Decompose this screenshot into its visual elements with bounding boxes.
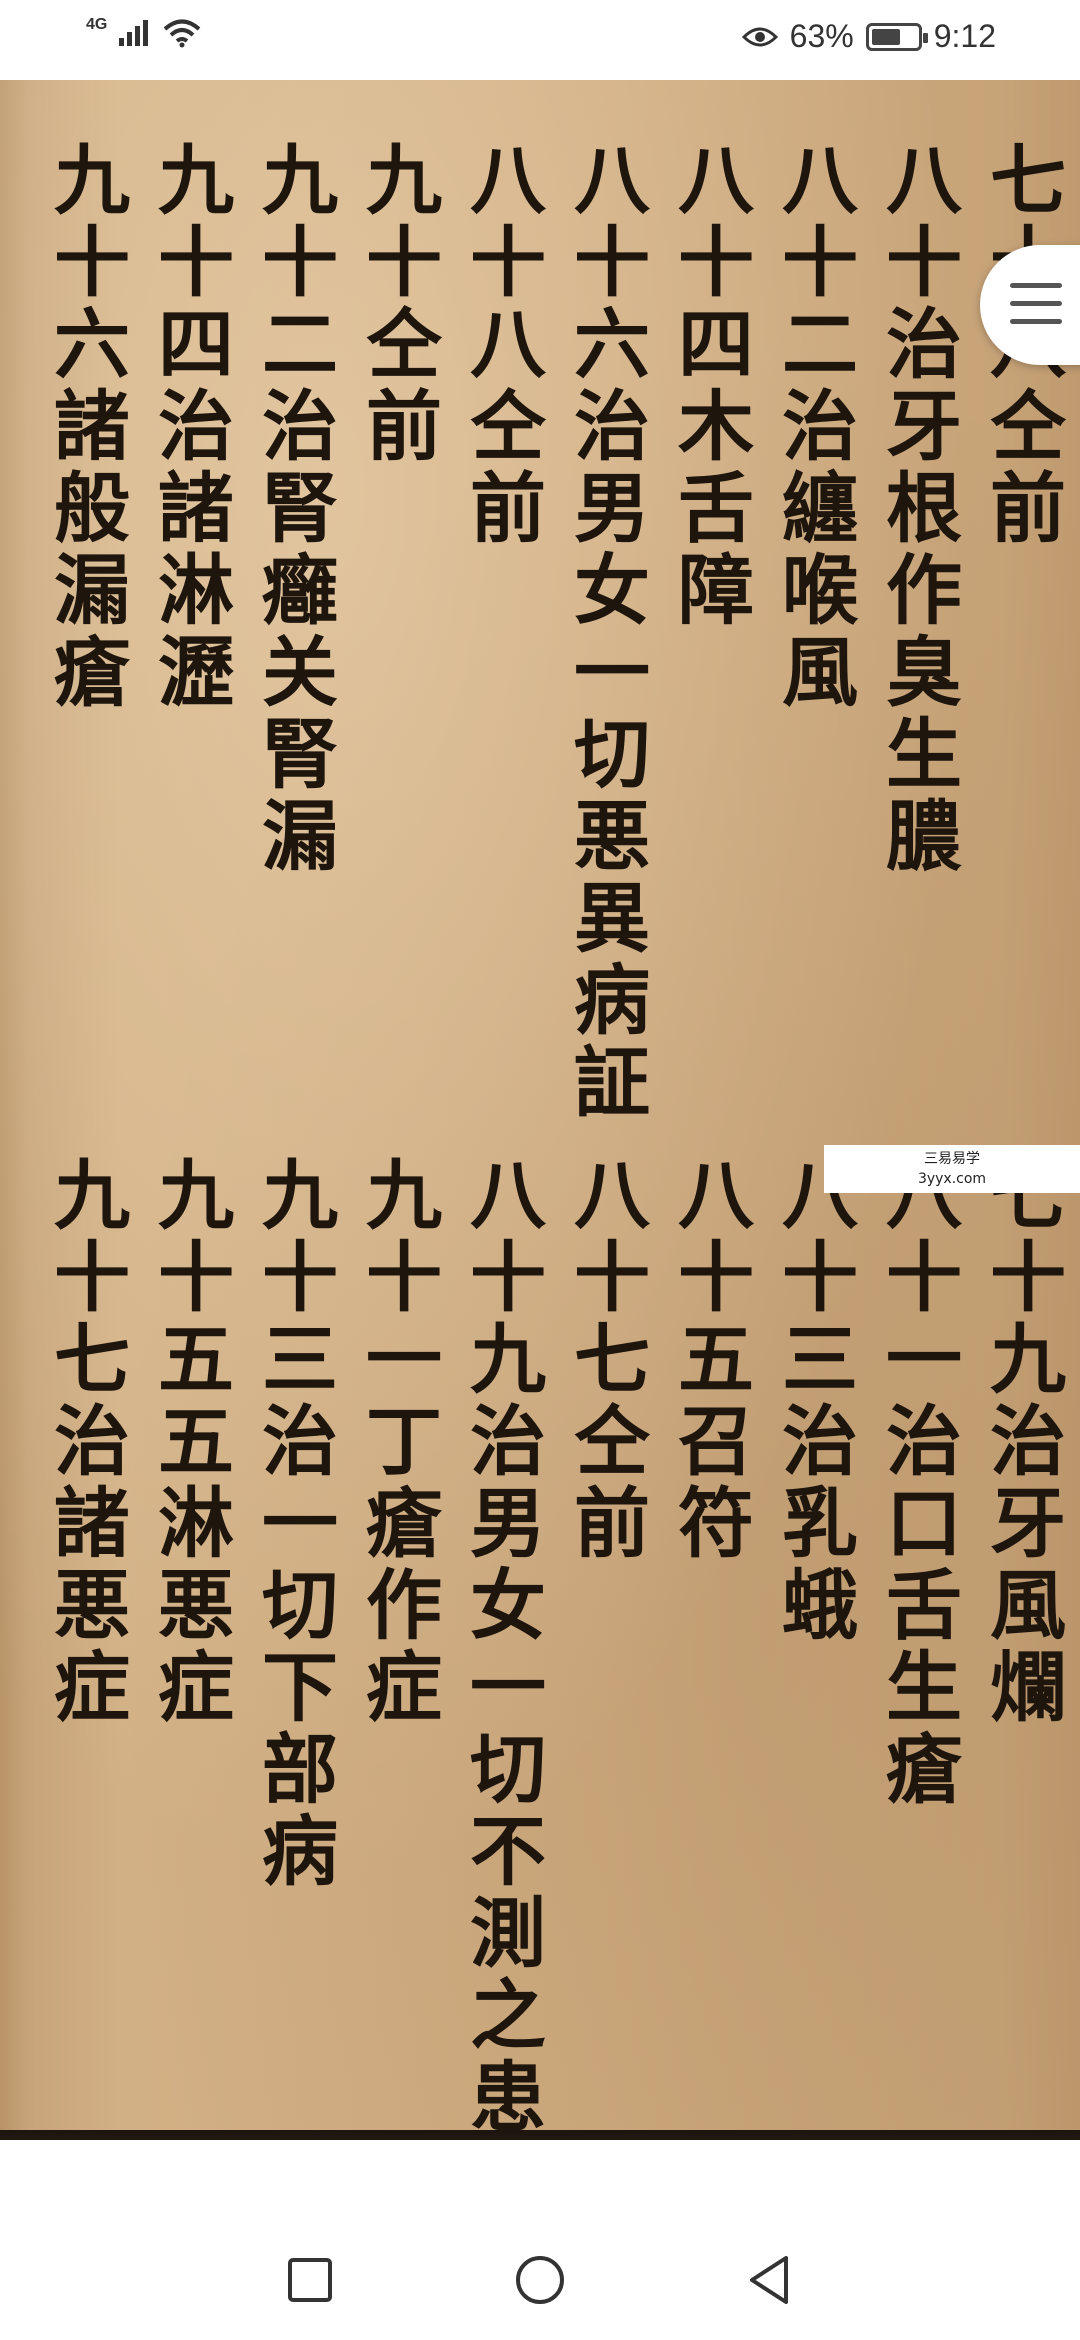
menu-icon-line bbox=[1010, 283, 1062, 288]
watermark-title: 三易易学 bbox=[924, 1151, 980, 1167]
battery-level-fill bbox=[871, 28, 900, 45]
menu-icon-line bbox=[1010, 319, 1062, 324]
text-column: 八十二治纏喉風 bbox=[769, 140, 858, 714]
signal-icon bbox=[119, 20, 149, 46]
text-column: 八十四木舌障 bbox=[665, 140, 754, 632]
text-column: 七十九治牙風爛 bbox=[977, 1155, 1066, 1729]
text-column: 九十三治一切下部病 bbox=[249, 1155, 338, 1893]
battery-icon bbox=[865, 22, 928, 51]
text-column: 八十八仝前 bbox=[457, 140, 546, 550]
text-column: 九十二治腎癰关腎漏 bbox=[249, 140, 338, 878]
page-edge bbox=[0, 2130, 1080, 2140]
menu-icon-line bbox=[1010, 301, 1062, 306]
text-column: 九十四治諸淋瀝 bbox=[145, 140, 234, 714]
document-page-image[interactable]: 七十八仝前八十治牙根作臭生膿八十二治纏喉風八十四木舌障八十六治男女一切悪異病証八… bbox=[0, 80, 1080, 2140]
watermark-url: 3yyx.com bbox=[917, 1171, 987, 1187]
clock: 9:12 bbox=[933, 18, 996, 54]
navigation-bar bbox=[0, 2220, 1080, 2340]
text-column: 八十九治男女一切不測之患 bbox=[457, 1155, 546, 2139]
text-column: 九十七治諸悪症 bbox=[41, 1155, 130, 1729]
status-right: 63% 9:12 bbox=[741, 18, 996, 55]
status-bar: 4G 63% 9:12 bbox=[0, 0, 1080, 80]
wifi-icon bbox=[164, 19, 201, 48]
text-column: 八十一治口舌生瘡 bbox=[873, 1155, 962, 1811]
text-column: 九十六諸般漏瘡 bbox=[41, 140, 130, 714]
home-button[interactable] bbox=[510, 2250, 570, 2310]
text-column: 九十五五淋悪症 bbox=[145, 1155, 234, 1729]
text-column: 九十一丁瘡作症 bbox=[353, 1155, 442, 1729]
status-left: 4G bbox=[86, 16, 201, 48]
text-column: 九十仝前 bbox=[353, 140, 442, 468]
recent-apps-button[interactable] bbox=[280, 2250, 340, 2310]
back-button[interactable] bbox=[740, 2250, 800, 2310]
network-type-label: 4G bbox=[86, 16, 108, 33]
text-column: 八十三治乳蛾 bbox=[769, 1155, 858, 1647]
text-column: 八十六治男女一切悪異病証 bbox=[561, 140, 650, 1124]
site-watermark: 三易易学 3yyx.com bbox=[824, 1145, 1080, 1193]
text-column: 八十治牙根作臭生膿 bbox=[873, 140, 962, 878]
text-column: 八十七仝前 bbox=[561, 1155, 650, 1565]
battery-percent: 63% bbox=[789, 18, 854, 54]
text-column: 八十五召符 bbox=[665, 1155, 754, 1565]
eye-comfort-icon bbox=[741, 27, 778, 46]
